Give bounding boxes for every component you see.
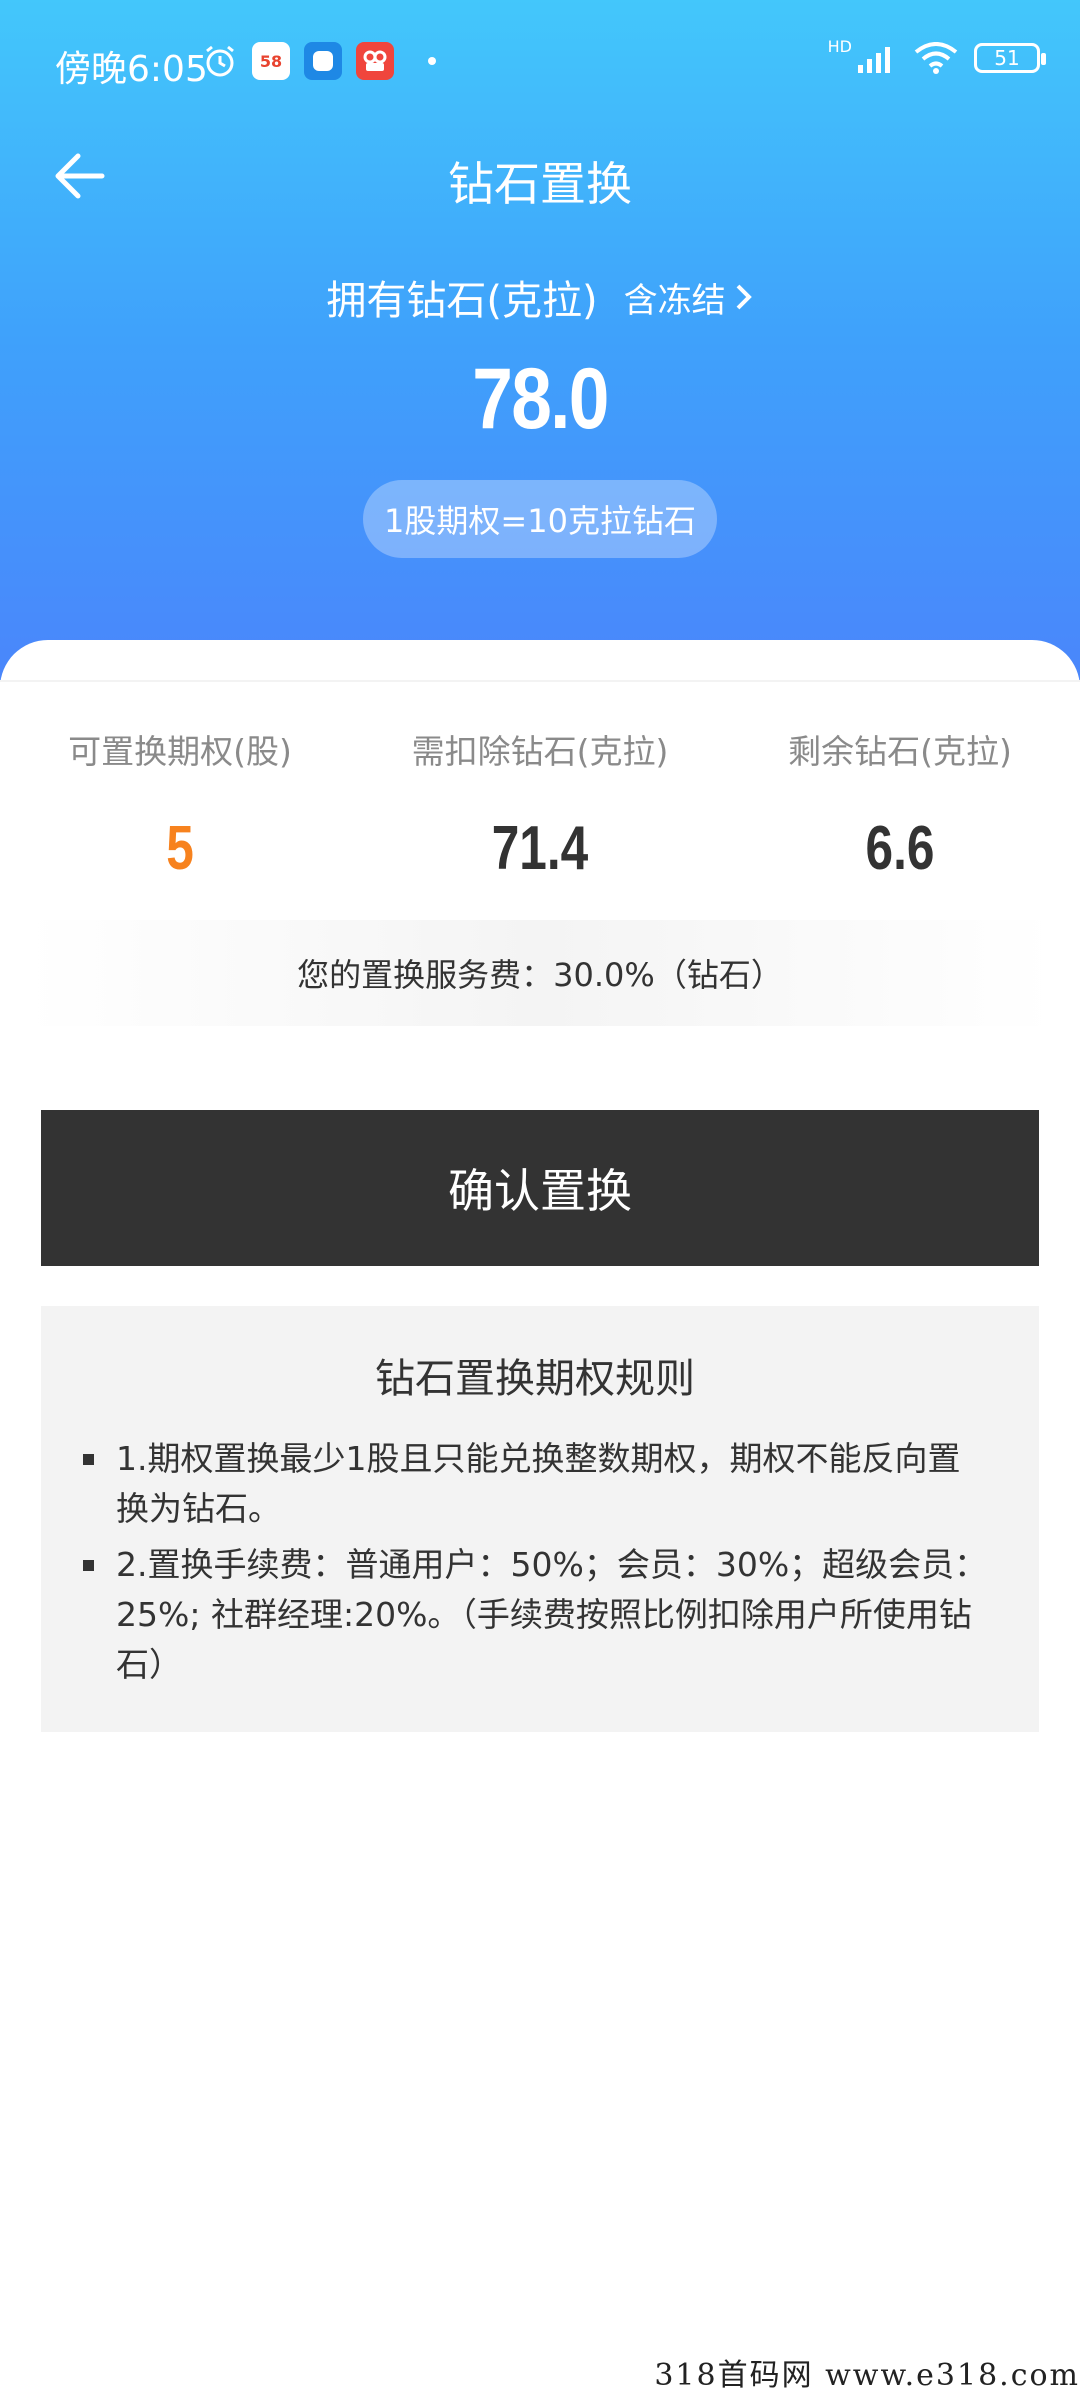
stat-deducted-diamonds: 需扣除钻石(克拉) 71.4	[360, 725, 720, 884]
video-app-icon	[356, 42, 394, 80]
nav-bar: 钻石置换	[0, 126, 1080, 226]
status-bar: 傍晚6:05 58 HD 51	[0, 0, 1080, 126]
wifi-icon	[914, 42, 958, 74]
divider	[0, 680, 1080, 682]
stat-value: 6.6	[865, 814, 935, 883]
stat-label: 可置换期权(股)	[68, 732, 292, 771]
58-app-icon: 58	[252, 42, 290, 80]
watermark: 318首码网 www.e318.com	[644, 2344, 1080, 2400]
stat-label: 剩余钻石(克拉)	[788, 732, 1012, 771]
chat-app-icon	[304, 42, 342, 80]
stat-remaining-diamonds: 剩余钻石(克拉) 6.6	[720, 725, 1080, 884]
page-title: 钻石置换	[448, 157, 632, 211]
stat-label: 需扣除钻石(克拉)	[411, 732, 669, 771]
more-notifications-dot	[428, 57, 436, 65]
rule-item: 2.置换手续费：普通用户：50%；会员：30%；超级会员：25%; 社群经理:2…	[81, 1540, 989, 1690]
rule-item: 1.期权置换最少1股且只能兑换整数期权，期权不能反向置换为钻石。	[81, 1434, 989, 1534]
notification-icons: 58	[202, 42, 436, 80]
diamond-amount: 78.0	[472, 351, 609, 447]
status-time: 傍晚6:05	[55, 49, 208, 90]
rules-panel: 钻石置换期权规则 1.期权置换最少1股且只能兑换整数期权，期权不能反向置换为钻石…	[41, 1306, 1039, 1732]
battery-level: 51	[994, 46, 1020, 70]
stat-value: 5	[166, 814, 194, 883]
header-background: 傍晚6:05 58 HD 51 钻石置换 拥有钻石(克拉) 含冻结 78.0 1…	[0, 0, 1080, 680]
exchange-rate-badge: 1股期权=10克拉钻石	[363, 480, 717, 558]
stat-exchangeable-options: 可置换期权(股) 5	[0, 725, 360, 884]
stat-value: 71.4	[491, 814, 589, 883]
frozen-details-link[interactable]: 含冻结	[624, 273, 754, 322]
battery-icon: 51	[974, 43, 1046, 73]
exchange-stats: 可置换期权(股) 5 需扣除钻石(克拉) 71.4 剩余钻石(克拉) 6.6	[0, 725, 1080, 884]
chevron-right-icon	[736, 284, 752, 310]
alarm-clock-icon	[206, 45, 234, 77]
confirm-exchange-button[interactable]: 确认置换	[41, 1110, 1039, 1266]
owned-diamonds-label: 拥有钻石(克拉)	[326, 278, 598, 324]
rules-title: 钻石置换期权规则	[375, 1356, 695, 1402]
owned-diamonds-row: 拥有钻石(克拉) 含冻结	[0, 268, 1080, 326]
hd-label: HD	[827, 36, 852, 56]
frozen-label: 含冻结	[623, 280, 726, 321]
signal-icon	[858, 47, 890, 73]
service-fee-notice: 您的置换服务费：30.0%（钻石）	[25, 920, 1055, 1026]
system-status-icons: HD 51	[828, 37, 1046, 74]
